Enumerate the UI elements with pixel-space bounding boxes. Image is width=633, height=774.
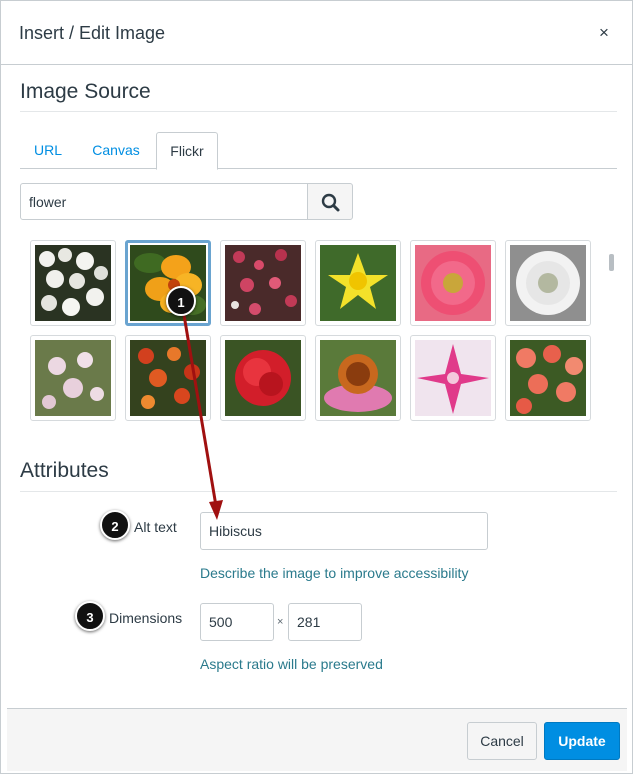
divider bbox=[20, 491, 617, 492]
thumbnail-pale-pink-flowers[interactable] bbox=[30, 335, 116, 421]
callout-badge-1: 1 bbox=[166, 286, 196, 316]
flower-image bbox=[320, 340, 396, 416]
flower-image bbox=[35, 245, 111, 321]
thumbnail-daffodil[interactable] bbox=[315, 240, 401, 326]
alt-text-input[interactable] bbox=[200, 512, 488, 550]
flower-image bbox=[415, 340, 491, 416]
thumbnail-hibiscus[interactable] bbox=[125, 240, 211, 326]
flower-image bbox=[320, 245, 396, 321]
alt-text-help: Describe the image to improve accessibil… bbox=[200, 565, 469, 581]
thumbnail-red-carnation[interactable] bbox=[220, 335, 306, 421]
thumbnail-coneflower[interactable] bbox=[315, 335, 401, 421]
flower-image bbox=[510, 340, 586, 416]
thumbnail-lily[interactable] bbox=[410, 335, 496, 421]
tab-flickr[interactable]: Flickr bbox=[156, 132, 218, 170]
flower-image bbox=[225, 340, 301, 416]
grid-scrollbar[interactable] bbox=[609, 254, 614, 271]
search-icon bbox=[321, 193, 340, 212]
flower-image bbox=[130, 340, 206, 416]
update-button[interactable]: Update bbox=[544, 722, 620, 760]
tab-url[interactable]: URL bbox=[20, 132, 76, 169]
flickr-results-grid bbox=[20, 233, 610, 429]
callout-badge-2: 2 bbox=[100, 510, 130, 540]
flower-image bbox=[510, 245, 586, 321]
thumbnail-white-flowers[interactable] bbox=[30, 240, 116, 326]
callout-badge-3: 3 bbox=[75, 601, 105, 631]
dimensions-help: Aspect ratio will be preserved bbox=[200, 656, 383, 672]
dimensions-label: Dimensions bbox=[109, 610, 183, 626]
width-input[interactable] bbox=[200, 603, 274, 641]
dialog-header: Insert / Edit Image × bbox=[1, 1, 632, 65]
thumbnail-begonias[interactable] bbox=[505, 335, 591, 421]
thumbnail-gerbera[interactable] bbox=[410, 240, 496, 326]
close-icon[interactable]: × bbox=[599, 23, 609, 43]
insert-edit-image-dialog: Insert / Edit Image × Image Source URL C… bbox=[0, 0, 633, 774]
flower-image bbox=[35, 340, 111, 416]
thumbnail-red-orange-flowers[interactable] bbox=[125, 335, 211, 421]
attributes-heading: Attributes bbox=[20, 459, 109, 482]
divider bbox=[20, 111, 617, 112]
height-input[interactable] bbox=[288, 603, 362, 641]
tab-canvas[interactable]: Canvas bbox=[80, 132, 152, 169]
flower-image bbox=[225, 245, 301, 321]
cancel-button[interactable]: Cancel bbox=[467, 722, 537, 760]
source-tabs: URL Canvas Flickr bbox=[20, 132, 617, 170]
flower-image bbox=[415, 245, 491, 321]
thumbnail-daisy[interactable] bbox=[505, 240, 591, 326]
thumbnail-pink-blossoms[interactable] bbox=[220, 240, 306, 326]
dialog-title: Insert / Edit Image bbox=[19, 23, 166, 43]
image-source-heading: Image Source bbox=[20, 80, 151, 103]
dimensions-separator: × bbox=[277, 616, 284, 628]
dialog-footer: Cancel Update bbox=[7, 708, 627, 771]
flickr-search-input[interactable] bbox=[20, 183, 308, 220]
alt-text-label: Alt text bbox=[134, 519, 177, 535]
search-button[interactable] bbox=[307, 183, 353, 220]
